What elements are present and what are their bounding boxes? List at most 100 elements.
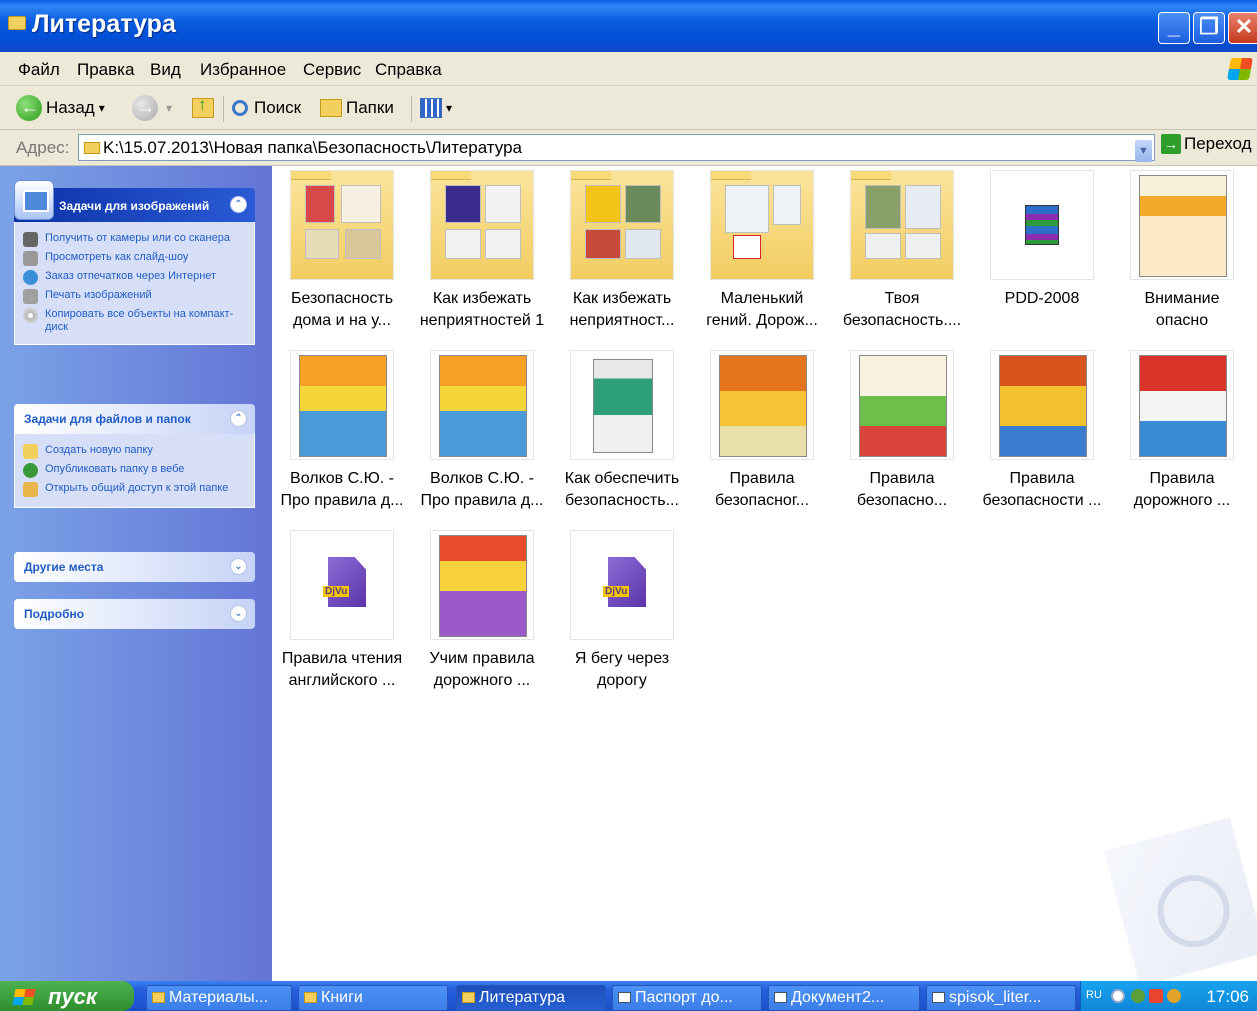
- file-item[interactable]: Твоя безопасность....: [832, 170, 972, 332]
- file-item[interactable]: Как обеспечить безопасность...: [552, 350, 692, 512]
- taskbar-button[interactable]: Книги: [298, 985, 448, 1011]
- folder-thumbnail: [710, 170, 814, 280]
- taskbar-button-label: Документ2...: [791, 989, 885, 1006]
- collapse-icon[interactable]: ⌃: [230, 410, 247, 427]
- file-item[interactable]: Правила безопасног...: [692, 350, 832, 512]
- other-places-panel: Другие места ⌄: [14, 552, 255, 582]
- menu-view[interactable]: Вид: [150, 60, 181, 80]
- taskbar-button[interactable]: spisok_liter...: [926, 985, 1076, 1011]
- file-name-line2: дорожного ...: [433, 672, 531, 689]
- collapse-icon[interactable]: ⌃: [230, 196, 247, 213]
- file-tasks-header[interactable]: Задачи для файлов и папок ⌃: [14, 404, 255, 434]
- up-folder-icon: ↑: [192, 95, 214, 118]
- file-name-line2: безопасно...: [856, 492, 948, 509]
- dropdown-arrow-icon[interactable]: ▾: [446, 101, 452, 115]
- share-folder-icon: [23, 482, 38, 497]
- image-tasks-title: Задачи для изображений: [59, 199, 210, 213]
- taskbar-button[interactable]: Документ2...: [768, 985, 920, 1011]
- taskbar-button-label: Паспорт до...: [635, 989, 733, 1006]
- address-input[interactable]: K:\15.07.2013\Новая папка\Безопасность\Л…: [78, 134, 1155, 162]
- winrar-icon: [1025, 205, 1059, 245]
- globe-icon: [23, 463, 38, 478]
- file-item[interactable]: DjVu Правила чтения английского ...: [272, 530, 412, 692]
- image-tasks-header[interactable]: Задачи для изображений ⌃: [14, 180, 255, 222]
- task-share-folder[interactable]: Открыть общий доступ к этой папке: [23, 482, 246, 497]
- file-item[interactable]: Правила дорожного ...: [1112, 350, 1252, 512]
- network-icon[interactable]: [1131, 989, 1145, 1003]
- book-thumbnail: [990, 350, 1094, 460]
- book-thumbnail: [850, 350, 954, 460]
- language-indicator[interactable]: RU: [1086, 989, 1102, 1001]
- task-new-folder[interactable]: Создать новую папку: [23, 444, 246, 459]
- file-item[interactable]: PDD-2008: [972, 170, 1112, 310]
- task-slideshow[interactable]: Просмотреть как слайд-шоу: [23, 251, 246, 266]
- task-publish-web[interactable]: Опубликовать папку в вебе: [23, 463, 246, 478]
- menu-file[interactable]: Файл: [18, 60, 60, 80]
- file-item[interactable]: Безопасность дома и на у...: [272, 170, 412, 332]
- expand-icon[interactable]: ⌄: [230, 558, 247, 575]
- maximize-button[interactable]: ❐: [1193, 12, 1225, 44]
- file-item[interactable]: Волков С.Ю. - Про правила д...: [412, 350, 552, 512]
- clock: 17:06: [1206, 987, 1249, 1006]
- dropdown-arrow-icon[interactable]: ▾: [166, 101, 172, 115]
- go-button[interactable]: → Переход: [1161, 134, 1252, 154]
- up-folder-button[interactable]: ↑: [192, 92, 214, 124]
- taskbar-button-label: spisok_liter...: [949, 989, 1042, 1006]
- image-tasks-panel: Задачи для изображений ⌃ Получить от кам…: [14, 180, 255, 345]
- book-thumbnail: [570, 350, 674, 460]
- archive-thumbnail: [990, 170, 1094, 280]
- file-item[interactable]: Правила безопасности ...: [972, 350, 1112, 512]
- file-item[interactable]: Как избежать неприятностей 1: [412, 170, 552, 332]
- task-print-images[interactable]: Печать изображений: [23, 289, 246, 304]
- toolbar-separator: [411, 96, 412, 122]
- dropdown-arrow-icon[interactable]: ▾: [99, 101, 105, 115]
- warning-icon[interactable]: [1149, 989, 1163, 1003]
- task-order-prints[interactable]: Заказ отпечатков через Интернет: [23, 270, 246, 285]
- taskbar-button[interactable]: Паспорт до...: [612, 985, 762, 1011]
- task-get-from-scanner[interactable]: Получить от камеры или со сканера: [23, 232, 246, 247]
- other-places-header[interactable]: Другие места ⌄: [14, 552, 255, 582]
- menu-edit[interactable]: Правка: [77, 60, 134, 80]
- go-label: Переход: [1184, 134, 1252, 153]
- file-item[interactable]: DjVu Я бегу через дорогу: [552, 530, 692, 692]
- task-label: Создать новую папку: [45, 444, 153, 456]
- djvu-file-icon: [608, 557, 646, 607]
- close-button[interactable]: ✕: [1228, 12, 1257, 44]
- forward-arrow-icon: →: [132, 95, 158, 121]
- views-button[interactable]: ▾: [420, 92, 452, 124]
- views-icon: [420, 98, 442, 118]
- taskbar-button-active[interactable]: Литература: [456, 985, 606, 1011]
- menu-favorites[interactable]: Избранное: [200, 60, 286, 80]
- title-bar[interactable]: Литература _ ❐ ✕: [0, 0, 1257, 52]
- search-button[interactable]: Поиск: [232, 92, 301, 124]
- file-name-line2: дорогу: [597, 672, 647, 689]
- folder-thumbnail: [290, 170, 394, 280]
- antivirus-icon[interactable]: [1167, 989, 1181, 1003]
- expand-icon[interactable]: ⌄: [230, 605, 247, 622]
- taskbar-button[interactable]: Материалы...: [146, 985, 292, 1011]
- file-item[interactable]: Правила безопасно...: [832, 350, 972, 512]
- other-places-title: Другие места: [24, 560, 104, 574]
- watermark-image: [1104, 817, 1257, 987]
- file-name-line2: безопасности ...: [982, 492, 1102, 509]
- address-dropdown-button[interactable]: ▼: [1135, 140, 1152, 162]
- file-item[interactable]: Волков С.Ю. - Про правила д...: [272, 350, 412, 512]
- file-item[interactable]: Учим правила дорожного ...: [412, 530, 552, 692]
- file-item[interactable]: Внимание опасно: [1112, 170, 1252, 332]
- tray-expand-icon[interactable]: [1111, 989, 1125, 1003]
- task-copy-to-cd[interactable]: Копировать все объекты на компакт-диск: [23, 308, 246, 334]
- document-icon: [618, 992, 631, 1003]
- file-item[interactable]: Маленький гений. Дорож...: [692, 170, 832, 332]
- menu-help[interactable]: Справка: [375, 60, 442, 80]
- forward-button[interactable]: → ▾: [132, 92, 172, 124]
- file-name: Учим правила: [429, 650, 535, 667]
- folders-button[interactable]: Папки: [320, 92, 394, 124]
- minimize-button[interactable]: _: [1158, 12, 1190, 44]
- file-name: Внимание: [1144, 290, 1220, 307]
- start-button[interactable]: пуск: [0, 981, 134, 1011]
- document-icon: [932, 992, 945, 1003]
- file-item[interactable]: Как избежать неприятност...: [552, 170, 692, 332]
- menu-tools[interactable]: Сервис: [303, 60, 361, 80]
- details-header[interactable]: Подробно ⌄: [14, 599, 255, 629]
- back-button[interactable]: ← Назад ▾: [16, 92, 105, 124]
